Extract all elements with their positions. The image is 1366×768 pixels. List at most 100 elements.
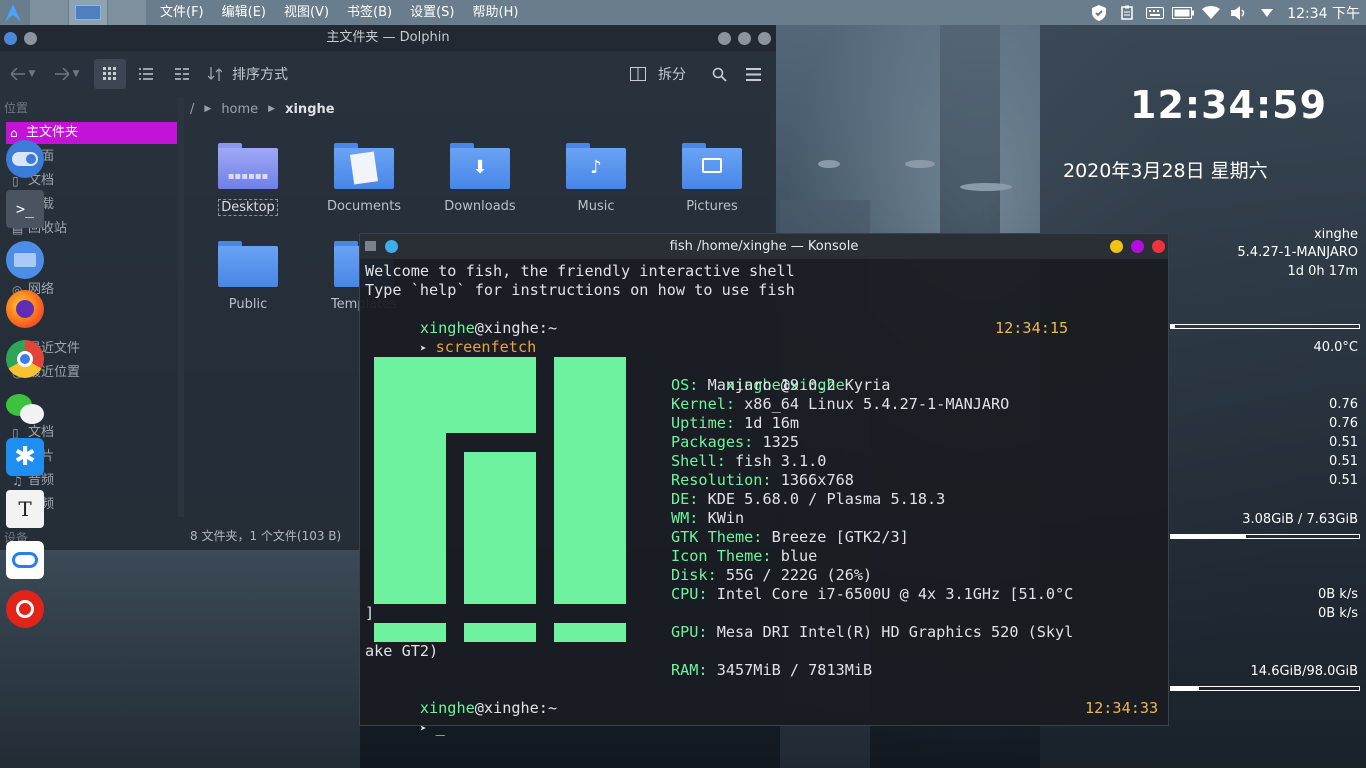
places-scrollbar[interactable]: [178, 97, 184, 517]
toggle-switch-icon: [12, 152, 38, 166]
hamburger-menu-button[interactable]: [738, 59, 768, 89]
conky-temp: 40.0°C: [1313, 340, 1358, 355]
menu-help[interactable]: 帮助(H): [464, 0, 528, 25]
conky-date: 2020年3月28日 星期六: [1063, 160, 1268, 182]
volume-icon[interactable]: [1225, 0, 1253, 25]
sort-icon: [208, 67, 222, 81]
clipboard-icon[interactable]: [1113, 0, 1141, 25]
konsole-minimize-button[interactable]: [1110, 240, 1123, 253]
menu-settings[interactable]: 设置(S): [401, 0, 463, 25]
dock-chrome-app[interactable]: [6, 340, 44, 378]
arch-logo-icon: [5, 3, 21, 22]
file-item[interactable]: Pictures: [654, 143, 770, 214]
window-minimize-button[interactable]: [718, 32, 731, 45]
details-view-button[interactable]: [166, 59, 198, 89]
manjaro-logo-block: [374, 433, 446, 604]
sort-label: 排序方式: [232, 67, 288, 83]
konsole-titlebar[interactable]: fish /home/xinghe — Konsole: [360, 234, 1168, 259]
compact-view-button[interactable]: [130, 59, 162, 89]
conky-kernel: 5.4.27-1-MANJARO: [1237, 245, 1358, 260]
folder-pictures-icon: [682, 143, 742, 189]
expand-icon[interactable]: [1253, 0, 1281, 25]
file-label: Music: [577, 199, 615, 214]
dock-terminal-app[interactable]: >_: [6, 190, 44, 228]
file-item[interactable]: Public: [190, 241, 306, 312]
crumb-separator-icon: ▶: [204, 104, 212, 114]
dock-typora-app[interactable]: T: [6, 490, 44, 528]
file-item[interactable]: ⬇ Downloads: [422, 143, 538, 214]
wallpaper-tower: [940, 24, 1000, 234]
dock-baidu-netdisk-app[interactable]: [6, 541, 44, 579]
asterisk-icon: ✱: [14, 442, 36, 472]
arrow-left-icon: [10, 68, 25, 80]
manjaro-logo-block: [554, 357, 626, 604]
keyboard-icon[interactable]: [1141, 0, 1169, 25]
file-label: Public: [228, 297, 268, 312]
pager-desktop-2[interactable]: [69, 0, 108, 25]
folder-icon: [14, 253, 36, 267]
split-button[interactable]: 拆分: [630, 59, 686, 89]
window-close-button[interactable]: [758, 32, 771, 45]
terminal-output[interactable]: Welcome to fish, the friendly interactiv…: [365, 262, 1165, 736]
battery-icon[interactable]: [1169, 0, 1197, 25]
search-button[interactable]: [704, 59, 734, 89]
dock-netease-music-app[interactable]: [6, 590, 44, 628]
shield-icon[interactable]: [1085, 0, 1113, 25]
menu-edit[interactable]: 编辑(E): [213, 0, 275, 25]
conky-net-up: 0B k/s: [1317, 606, 1358, 621]
wallpaper-ship: [905, 160, 935, 168]
file-label: Downloads: [444, 199, 516, 214]
pager-desktop-3[interactable]: [108, 0, 147, 25]
file-label: Desktop: [218, 199, 278, 216]
crumb-root[interactable]: /: [190, 102, 194, 117]
terminal-icon: >_: [15, 200, 35, 218]
crumb-current[interactable]: xinghe: [285, 102, 334, 117]
prompt-timestamp: 12:34:33: [1085, 699, 1159, 717]
dock-firefox-app[interactable]: [6, 290, 44, 328]
dock-toggle-app[interactable]: [6, 140, 44, 178]
file-item[interactable]: Documents: [306, 143, 422, 214]
conky-net-down: 0B k/s: [1317, 587, 1358, 602]
input-line[interactable]: ➤ _: [365, 699, 445, 757]
conky-load: 0.51: [1329, 454, 1358, 469]
pager-desktop-1[interactable]: [30, 0, 69, 25]
menu-file[interactable]: 文件(F): [151, 0, 213, 25]
grid-icon: [103, 67, 116, 80]
app-launcher[interactable]: [0, 0, 26, 25]
crumb-home[interactable]: home: [221, 102, 258, 117]
search-icon: [712, 67, 727, 82]
status-bar: 8 文件夹，1 个文件(103 B): [190, 529, 342, 543]
dock-files-app[interactable]: [6, 241, 44, 279]
konsole-maximize-button[interactable]: [1131, 240, 1144, 253]
conky-uptime: 1d 0h 17m: [1287, 264, 1358, 279]
panel-clock[interactable]: 12:34 下午: [1281, 3, 1366, 23]
menu-bookmarks[interactable]: 书签(B): [338, 0, 401, 25]
forward-button[interactable]: ▼: [52, 59, 82, 89]
file-item[interactable]: ▪▪▪▪▪▪ Desktop: [190, 143, 306, 216]
places-header: 位置: [4, 101, 29, 115]
menu-view[interactable]: 视图(V): [275, 0, 338, 25]
wifi-icon[interactable]: [1197, 0, 1225, 25]
file-item[interactable]: ♪ Music: [538, 143, 654, 214]
info-line: GTK Theme: Breeze [GTK2/3]: [671, 528, 909, 546]
folder-public-icon: [218, 241, 278, 287]
sort-button[interactable]: 排序方式: [208, 59, 288, 89]
folder-documents-icon: [334, 143, 394, 189]
virtual-desktop-pager[interactable]: [30, 0, 147, 25]
back-button[interactable]: ▼: [8, 59, 38, 89]
file-label: Documents: [326, 199, 402, 214]
window-maximize-button[interactable]: [738, 32, 751, 45]
conky-cpu-bar: [1170, 324, 1360, 329]
conky-user: xinghe: [1313, 227, 1358, 242]
info-line: CPU: Intel Core i7-6500U @ 4x 3.1GHz [51…: [671, 585, 1074, 603]
dolphin-titlebar[interactable]: 主文件夹 — Dolphin: [0, 25, 776, 51]
icons-view-button[interactable]: [94, 59, 126, 89]
dock-wechat-app[interactable]: [6, 390, 44, 428]
konsole-close-button[interactable]: [1152, 240, 1165, 253]
chrome-icon: [17, 351, 33, 367]
dolphin-toolbar: ▼ ▼ 排序方式 拆分: [0, 51, 776, 97]
firefox-icon: [16, 300, 34, 318]
manjaro-logo-block: [464, 623, 536, 642]
split-label: 拆分: [658, 67, 686, 83]
dock-lark-app[interactable]: ✱: [6, 438, 44, 476]
